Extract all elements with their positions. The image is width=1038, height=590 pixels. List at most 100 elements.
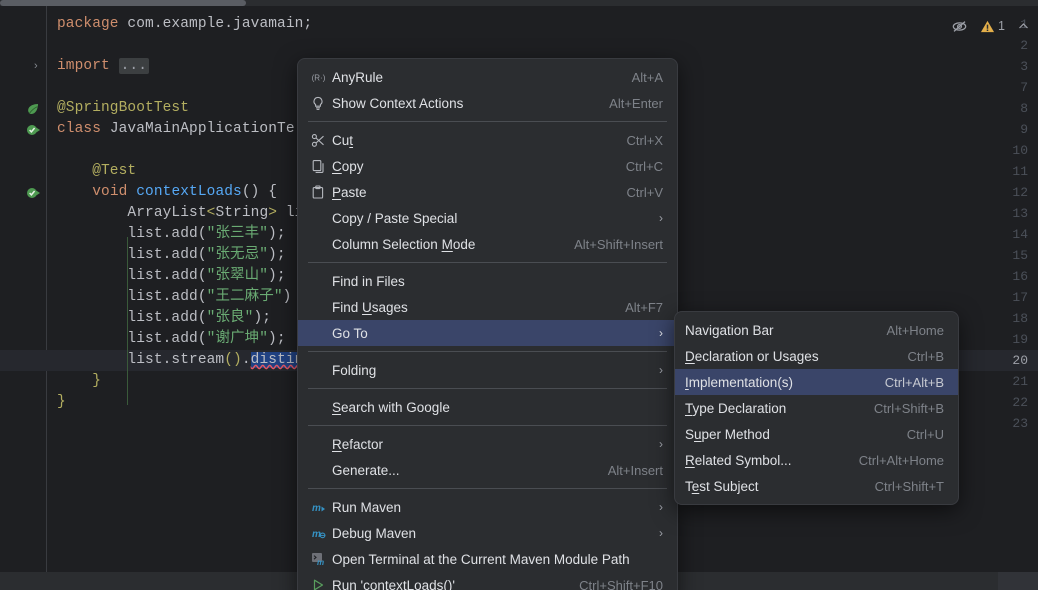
code-token: () { bbox=[241, 184, 278, 200]
menu-item-label: Super Method bbox=[685, 426, 770, 442]
menu-item-label: Cut bbox=[332, 132, 354, 148]
menu-item-declaration-or-usages[interactable]: Declaration or Usages Ctrl+B bbox=[675, 343, 958, 369]
code-token: "张三丰" bbox=[206, 226, 269, 242]
menu-item-related-symbol[interactable]: Related Symbol... Ctrl+Alt+Home bbox=[675, 447, 958, 473]
code-token: ); bbox=[268, 268, 286, 284]
inspection-widget[interactable]: 1 bbox=[951, 16, 1030, 36]
menu-item-open-terminal-at-the-current-maven-module-path[interactable]: m Open Terminal at the Current Maven Modu… bbox=[298, 546, 677, 572]
menu-item-shortcut: Ctrl+B bbox=[907, 348, 944, 364]
maven-debug-icon: m bbox=[308, 525, 328, 541]
menu-item-shortcut: Ctrl+Shift+T bbox=[874, 478, 944, 494]
menu-item-show-context-actions[interactable]: Show Context Actions Alt+Enter bbox=[298, 90, 677, 116]
chevron-right-icon: › bbox=[659, 326, 663, 340]
chevron-right-icon: › bbox=[659, 526, 663, 540]
code-line[interactable]: list.add("谢广坤"); bbox=[57, 329, 286, 350]
menu-item-label: Find Usages bbox=[332, 299, 408, 315]
code-line[interactable]: ArrayList<String> li bbox=[57, 203, 303, 224]
menu-item-label: Copy bbox=[332, 158, 364, 174]
code-token: > bbox=[268, 205, 278, 221]
code-line[interactable]: package com.example.javamain; bbox=[57, 14, 312, 35]
code-line[interactable]: list.add("张良"); bbox=[57, 308, 271, 329]
code-token: @Test bbox=[57, 163, 137, 179]
menu-item-shortcut: Ctrl+V bbox=[626, 184, 663, 200]
menu-item-super-method[interactable]: Super Method Ctrl+U bbox=[675, 421, 958, 447]
menu-item-refactor[interactable]: Refactor › bbox=[298, 431, 677, 457]
line-number: 2 bbox=[1020, 38, 1028, 53]
menu-separator bbox=[308, 488, 667, 489]
menu-item-shortcut: Ctrl+C bbox=[625, 158, 663, 174]
menu-item-anyrule[interactable]: (R·) AnyRule Alt+A bbox=[298, 64, 677, 90]
menu-item-shortcut: Ctrl+Shift+F10 bbox=[579, 577, 663, 590]
menu-separator bbox=[308, 351, 667, 352]
editor-gutter[interactable] bbox=[0, 6, 46, 572]
menu-item-label: Paste bbox=[332, 184, 367, 200]
menu-item-navigation-bar[interactable]: Navigation Bar Alt+Home bbox=[675, 317, 958, 343]
code-token: list bbox=[57, 226, 163, 242]
code-line[interactable]: list.add("王二麻子") bbox=[57, 287, 291, 308]
code-line[interactable]: @SpringBootTest bbox=[57, 98, 189, 119]
menu-item-find-in-files[interactable]: Find in Files bbox=[298, 268, 677, 294]
code-token: .add( bbox=[162, 247, 207, 263]
menu-item-run-contextloads[interactable]: Run 'contextLoads()' Ctrl+Shift+F10 bbox=[298, 572, 677, 590]
menu-item-icon-slot bbox=[308, 462, 328, 478]
menu-item-label: Navigation Bar bbox=[685, 322, 774, 338]
menu-item-column-selection-mode[interactable]: Column Selection Mode Alt+Shift+Insert bbox=[298, 231, 677, 257]
menu-item-debug-maven[interactable]: m Debug Maven › bbox=[298, 520, 677, 546]
code-line[interactable]: list.add("张无忌"); bbox=[57, 245, 286, 266]
fold-expand-arrow[interactable]: › bbox=[34, 56, 38, 77]
menu-item-folding[interactable]: Folding › bbox=[298, 357, 677, 383]
menu-item-label: Folding bbox=[332, 362, 377, 378]
code-token: ); bbox=[253, 310, 272, 326]
editor-context-menu[interactable]: (R·) AnyRule Alt+A Show Context Actions Alt+… bbox=[297, 58, 678, 590]
line-number: 13 bbox=[1012, 206, 1028, 221]
line-number: 17 bbox=[1012, 290, 1028, 305]
code-line[interactable]: list.stream().distin bbox=[57, 350, 304, 371]
code-line[interactable]: list.add("张翠山"); bbox=[57, 266, 286, 287]
warning-count: 1 bbox=[998, 19, 1005, 33]
copy-icon bbox=[308, 158, 328, 174]
code-token: .add( bbox=[162, 310, 207, 326]
code-token: .add( bbox=[162, 268, 207, 284]
menu-item-implementation-s[interactable]: Implementation(s) Ctrl+Alt+B bbox=[675, 369, 958, 395]
menu-item-cut[interactable]: Cut Ctrl+X bbox=[298, 127, 677, 153]
menu-item-copy[interactable]: Copy Ctrl+C bbox=[298, 153, 677, 179]
menu-separator bbox=[308, 121, 667, 122]
code-line[interactable]: void contextLoads() { bbox=[57, 182, 277, 203]
menu-item-find-usages[interactable]: Find Usages Alt+F7 bbox=[298, 294, 677, 320]
menu-item-run-maven[interactable]: m Run Maven › bbox=[298, 494, 677, 520]
menu-item-type-declaration[interactable]: Type Declaration Ctrl+Shift+B bbox=[675, 395, 958, 421]
spring-leaf-icon[interactable] bbox=[26, 102, 40, 116]
eye-off-icon[interactable] bbox=[951, 18, 968, 35]
code-token: void bbox=[92, 184, 137, 200]
code-token: JavaMainApplicationTe bbox=[109, 121, 295, 137]
menu-item-icon-slot bbox=[308, 399, 328, 415]
code-token: () bbox=[224, 352, 242, 368]
run-test-icon[interactable] bbox=[26, 186, 40, 200]
menu-item-shortcut: Alt+Enter bbox=[609, 95, 663, 111]
code-line[interactable]: @Test bbox=[57, 161, 136, 182]
code-line[interactable]: import ... bbox=[57, 56, 150, 77]
code-token: ); bbox=[268, 247, 286, 263]
menu-item-copy-paste-special[interactable]: Copy / Paste Special › bbox=[298, 205, 677, 231]
menu-item-go-to[interactable]: Go To › bbox=[298, 320, 677, 346]
chevron-up-icon[interactable] bbox=[1017, 20, 1030, 33]
menu-item-icon-slot bbox=[308, 362, 328, 378]
code-line[interactable]: list.add("张三丰"); bbox=[57, 224, 286, 245]
line-number: 7 bbox=[1020, 80, 1028, 95]
code-line[interactable]: class JavaMainApplicationTe bbox=[57, 119, 295, 140]
code-line[interactable]: } bbox=[57, 371, 101, 392]
goto-submenu[interactable]: Navigation Bar Alt+Home Declaration or Usa… bbox=[674, 311, 959, 505]
menu-item-paste[interactable]: Paste Ctrl+V bbox=[298, 179, 677, 205]
code-token: .add( bbox=[162, 226, 207, 242]
code-line[interactable]: } bbox=[57, 392, 66, 413]
menu-item-search-with-google[interactable]: Search with Google bbox=[298, 394, 677, 420]
menu-item-label: Show Context Actions bbox=[332, 95, 464, 111]
menu-item-icon-slot bbox=[308, 325, 328, 341]
run-test-icon[interactable] bbox=[26, 123, 40, 137]
menu-item-label: Debug Maven bbox=[332, 525, 417, 541]
warning-indicator[interactable]: 1 bbox=[980, 19, 1005, 34]
menu-item-test-subject[interactable]: Test Subject Ctrl+Shift+T bbox=[675, 473, 958, 499]
menu-item-generate[interactable]: Generate... Alt+Insert bbox=[298, 457, 677, 483]
code-token: @SpringBootTest bbox=[57, 100, 190, 116]
